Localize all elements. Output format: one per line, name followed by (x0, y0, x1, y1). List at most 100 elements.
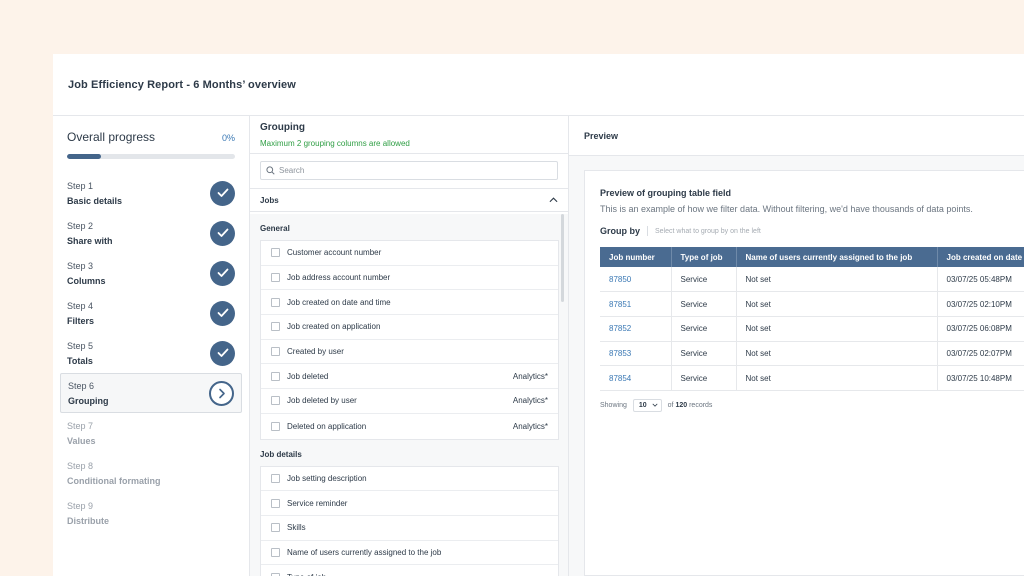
table-cell: 03/07/25 05:48PM (937, 267, 1024, 293)
pager-total: 120 (675, 401, 688, 409)
table-row: 87854 Service Not set 03/07/25 10:48PM (600, 365, 1024, 391)
job-number-link[interactable]: 87850 (600, 267, 672, 293)
search-box (260, 161, 558, 180)
field-checkbox[interactable] (271, 371, 280, 381)
step-item-8[interactable]: Step 8 Conditional formating (60, 453, 242, 493)
field-item[interactable]: Job created on application (261, 315, 558, 340)
field-list: Job setting description Service reminder S… (260, 465, 559, 576)
field-item[interactable]: Type of job (261, 565, 558, 576)
field-item[interactable]: Skills (261, 516, 558, 541)
field-item[interactable]: Job created on date and time (261, 290, 558, 316)
pager-showing-label: Showing (600, 401, 627, 409)
field-item[interactable]: Service reminder (261, 491, 558, 516)
job-number-link[interactable]: 87851 (600, 291, 672, 317)
field-checkbox[interactable] (271, 347, 280, 357)
groupby-hint: Select what to group by on the left (655, 227, 761, 235)
step-item-6[interactable]: Step 6 Grouping (60, 373, 242, 413)
field-checkbox[interactable] (271, 273, 280, 283)
step-number: Step 8 (67, 460, 94, 471)
page-size-value: 10 (638, 401, 647, 409)
field-checkbox[interactable] (271, 523, 280, 533)
analytics-tag: Analytics* (512, 371, 548, 381)
job-number-link[interactable]: 87852 (600, 316, 672, 342)
field-item[interactable]: Job setting description (261, 467, 558, 492)
field-label: Job setting description (287, 473, 367, 483)
step-name: Totals (67, 355, 93, 366)
step-item-9[interactable]: Step 9 Distribute (60, 493, 242, 533)
field-label: Service reminder (287, 498, 348, 508)
table-cell: Service (671, 365, 737, 391)
job-number-link[interactable]: 87854 (600, 365, 672, 391)
check-icon (210, 340, 235, 366)
field-label: Job address account number (287, 273, 391, 283)
step-item-4[interactable]: Step 4 Filters (60, 293, 242, 333)
step-name: Distribute (67, 515, 110, 526)
step-number: Step 6 (68, 380, 95, 391)
step-number: Step 5 (67, 340, 94, 351)
table-row: 87850 Service Not set 03/07/25 05:48PM (600, 267, 1024, 293)
field-label: Skills (287, 523, 306, 533)
chevron-right-icon[interactable] (209, 380, 234, 406)
report-window: Job Efficiency Report - 6 Months’ overvi… (53, 54, 1024, 576)
table-cell: Not set (736, 316, 938, 342)
table-cell: Service (671, 316, 737, 342)
field-checkbox[interactable] (271, 421, 280, 431)
field-checkbox[interactable] (271, 297, 280, 307)
step-number: Step 4 (67, 300, 94, 311)
preview-title: Preview (584, 130, 619, 141)
field-checkbox[interactable] (271, 322, 280, 332)
step-item-1[interactable]: Step 1 Basic details (60, 173, 242, 213)
chevron-up-icon[interactable] (549, 197, 558, 203)
page-title: Job Efficiency Report - 6 Months’ overvi… (68, 78, 296, 91)
step-item-2[interactable]: Step 2 Share with (60, 213, 242, 253)
progress-title: Overall progress (67, 130, 156, 144)
step-number: Step 9 (67, 500, 94, 511)
field-checkbox[interactable] (271, 498, 280, 508)
field-item[interactable]: Deleted on application Analytics* (261, 414, 558, 439)
step-item-7[interactable]: Step 7 Values (60, 413, 242, 453)
column-header[interactable]: Job number (600, 247, 672, 267)
table-row: 87852 Service Not set 03/07/25 06:08PM (600, 316, 1024, 342)
column-header[interactable]: Name of users currently assigned to the … (736, 247, 938, 267)
step-name: Conditional formating (67, 475, 161, 486)
check-icon (210, 180, 235, 206)
step-list: Step 1 Basic details Step 2 Share with Step … (60, 173, 242, 533)
job-number-link[interactable]: 87853 (600, 341, 672, 367)
table-row: 87851 Service Not set 03/07/25 02:10PM (600, 291, 1024, 317)
field-item[interactable]: Job deleted Analytics* (261, 364, 558, 390)
preview-table: Job number Type of job Name of users curre… (600, 247, 1024, 391)
field-item[interactable]: Name of users currently assigned to the … (261, 541, 558, 566)
check-icon (210, 220, 235, 246)
field-item[interactable]: Job deleted by user Analytics* (261, 389, 558, 414)
field-checkbox[interactable] (271, 473, 280, 483)
step-name: Columns (67, 275, 106, 286)
column-header[interactable]: Type of job (671, 247, 737, 267)
analytics-tag: Analytics* (512, 421, 548, 431)
jobs-category-header[interactable]: Jobs (250, 188, 568, 212)
field-checkbox[interactable] (271, 547, 280, 557)
grouping-title: Grouping (260, 122, 305, 133)
steps-sidebar: Overall progress 0% Step 1 Basic details S… (53, 116, 250, 576)
field-item[interactable]: Job address account number (261, 266, 558, 291)
groupby-divider (647, 226, 648, 236)
page-size-select[interactable]: 10 (632, 398, 662, 412)
field-item[interactable]: Created by user (261, 340, 558, 365)
field-item[interactable]: Customer account number (261, 241, 558, 266)
field-checkbox[interactable] (271, 248, 280, 258)
column-header[interactable]: Job created on date (937, 247, 1024, 267)
field-checkbox[interactable] (271, 396, 280, 406)
field-label: Job created on date and time (287, 297, 391, 307)
step-item-3[interactable]: Step 3 Columns (60, 253, 242, 293)
step-item-5[interactable]: Step 5 Totals (60, 333, 242, 373)
jobs-category-label: Jobs (260, 195, 279, 205)
groupby-label: Group by (600, 226, 640, 236)
table-cell: Not set (736, 267, 938, 293)
field-label: Job deleted (287, 371, 329, 381)
search-input[interactable] (279, 166, 539, 175)
scrollbar-thumb[interactable] (561, 214, 564, 302)
pager-total-text: of 120 records (667, 401, 713, 409)
progress-bar-fill (67, 154, 101, 159)
field-list-scroll[interactable]: General Customer account number Job addres… (250, 214, 568, 576)
grouping-hint: Maximum 2 grouping columns are allowed (260, 139, 410, 148)
progress-percent: 0% (221, 133, 235, 143)
